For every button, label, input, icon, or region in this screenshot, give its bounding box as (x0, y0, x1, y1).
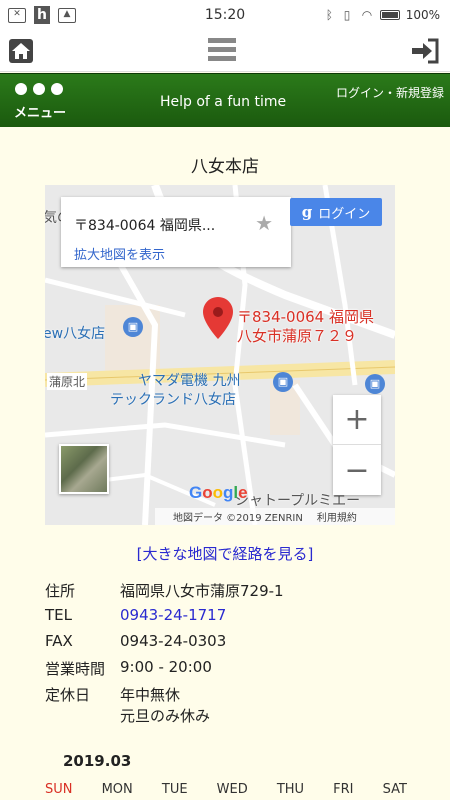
map-card-address: 〒834-0064 福岡県... (74, 218, 216, 234)
map-pin-icon[interactable] (203, 297, 233, 339)
bluetooth-icon: ᛒ (325, 8, 333, 22)
map-place-yamada-1: ヤマダ電機 九州 (138, 373, 241, 389)
view-route-link[interactable]: [大きな地図で経路を見る] (0, 543, 450, 564)
top-nav (0, 30, 450, 72)
zoom-out-icon[interactable]: − (333, 445, 381, 495)
info-row-tel: TEL 0943-24-1717 (45, 606, 425, 627)
vibrate-icon: ▯ (343, 8, 351, 22)
pin-address-label: 〒834-0064 福岡県 八女市蒲原７２９ (237, 308, 374, 345)
calendar-month: 2019.03 (63, 752, 132, 770)
map-data-credit: 地図データ ©2019 ZENRIN (173, 513, 303, 524)
map-place-card: 〒834-0064 福岡県... ★ 拡大地図を表示 (61, 197, 291, 267)
calendar-weekdays: SUN MON TUE WED THU FRI SAT (45, 782, 407, 797)
shopping-bag-icon[interactable]: ▣ (123, 317, 143, 337)
store-name: 八女本店 (191, 157, 259, 177)
google-map[interactable]: 気の ew八女店 ▣ 蒲原北 ヤマダ電機 九州 テックランド八女店 ▣ ▣ シャ… (45, 185, 395, 525)
shopping-bag-icon[interactable]: ▣ (365, 374, 385, 394)
shopping-bag-icon[interactable]: ▣ (273, 372, 293, 392)
map-place-shop: ew八女店 (45, 326, 106, 342)
battery-icon (379, 10, 400, 20)
satellite-toggle[interactable] (59, 444, 109, 494)
map-place-yamada-2: テックランド八女店 (110, 392, 236, 408)
info-row-address: 住所 福岡県八女市蒲原729-1 (45, 582, 284, 600)
site-title: Help of a fun time (160, 94, 287, 110)
weekday-thu: THU (276, 782, 305, 797)
map-attribution: 地図データ ©2019 ZENRIN 利用規約 (155, 508, 395, 525)
battery-level: 100% (405, 8, 440, 22)
weekday-fri: FRI (333, 782, 354, 797)
info-row-hours: 営業時間 9:00 - 20:00 (45, 658, 212, 678)
site-header: メニュー Help of a fun time ログイン・新規登録 (0, 73, 450, 127)
login-arrow-icon[interactable] (410, 38, 440, 64)
status-bar: ✕ h ▲ 15:20 ᛒ ▯ ◠ 100% (0, 0, 450, 30)
weekday-sat: SAT (382, 782, 407, 797)
wifi-icon: ◠ (361, 8, 373, 22)
home-icon[interactable] (8, 38, 34, 64)
menu-label[interactable]: メニュー (14, 102, 66, 121)
google-login-button[interactable]: g ログイン (290, 198, 382, 226)
weekday-sun: SUN (45, 782, 73, 797)
hamburger-menu-icon[interactable] (208, 38, 236, 62)
phone-link[interactable]: 0943-24-1717 (120, 606, 425, 627)
menu-dots-icon[interactable] (15, 83, 63, 95)
map-terms-link[interactable]: 利用規約 (317, 509, 357, 524)
weekday-wed: WED (216, 782, 248, 797)
star-icon[interactable]: ★ (255, 211, 273, 235)
zoom-controls: + − (333, 395, 381, 495)
store-info: 住所 福岡県八女市蒲原729-1 TEL 0943-24-1717 FAX 09… (45, 580, 425, 731)
weekday-mon: MON (101, 782, 133, 797)
zoom-in-icon[interactable]: + (333, 395, 381, 445)
info-row-closed: 定休日 年中無休 元旦のみ休み (45, 686, 211, 725)
info-row-fax: FAX 0943-24-0303 (45, 632, 227, 650)
weekday-tue: TUE (161, 782, 188, 797)
google-logo: Google (189, 483, 248, 502)
map-place-kamohara-kita: 蒲原北 (47, 373, 88, 390)
google-g-icon: g (301, 203, 313, 221)
enlarge-map-link[interactable]: 拡大地図を表示 (74, 244, 165, 263)
login-register-link[interactable]: ログイン・新規登録 (336, 84, 444, 101)
